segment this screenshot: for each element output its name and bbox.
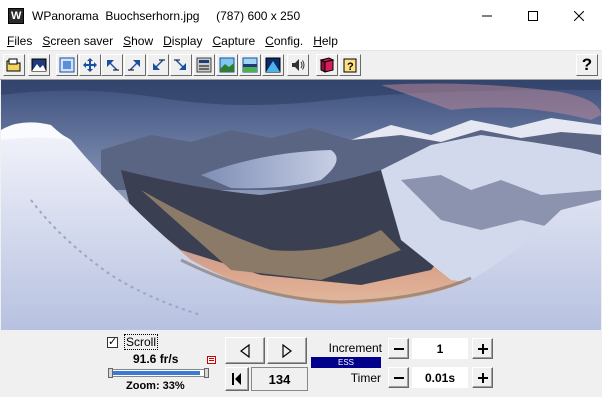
increment-value[interactable]: 1 [412,338,468,359]
horizon-button[interactable] [239,54,261,76]
scroll-checkbox[interactable] [107,335,118,349]
help-book-icon: ? [343,58,357,73]
menu-show[interactable]: Show [118,31,158,51]
menu-display[interactable]: Display [158,31,207,51]
skip-start-icon [232,373,241,385]
timer-minus-button[interactable] [388,367,409,388]
arrow-diagonal-icon [153,59,165,70]
book-button[interactable] [316,54,338,76]
landscape-button[interactable] [216,54,238,76]
menu-files[interactable]: Files [0,31,37,51]
increment-minus-button[interactable] [388,338,409,359]
close-button[interactable] [556,0,602,31]
load-image-button[interactable] [28,54,50,76]
frame-counter: 134 [251,367,308,391]
menu-config[interactable]: Config. [260,31,308,51]
settings-panel-button[interactable] [193,54,215,76]
open-folder-icon [6,58,21,72]
landscape-icon [219,57,235,73]
arrows-expand-icon [83,58,97,72]
ess-indicator: ESS [311,357,381,368]
plus-icon [477,372,488,383]
arrow-diagonal-icon [107,60,119,71]
maximize-button[interactable] [510,0,556,31]
zoom-readout: Zoom: 33% [126,380,185,392]
triangle-right-icon [282,343,292,358]
record-icon[interactable] [207,355,216,365]
plus-icon [477,343,488,354]
speed-slider-left-thumb[interactable] [108,368,113,378]
book-icon [319,57,335,73]
minimize-icon [482,15,492,16]
depth-button[interactable] [262,54,284,76]
menu-capture[interactable]: Capture [207,31,260,51]
minus-icon [393,347,404,350]
timer-value[interactable]: 0.01s [412,367,468,388]
svg-text:?: ? [347,61,354,73]
minus-icon [393,376,404,379]
title-bar: WPanorama Buochserhorn.jpg (787) 600 x 2… [0,0,602,31]
move-up-left-button[interactable] [101,54,123,76]
sound-button[interactable] [287,54,309,76]
triangle-left-icon [240,343,250,358]
arrow-diagonal-icon [174,59,186,70]
scroll-label[interactable]: Scroll [124,334,159,350]
panel-icon [196,57,212,73]
toolbar: ? ? [0,52,602,80]
window-title: WPanorama Buochserhorn.jpg (787) 600 x 2… [32,8,301,23]
speaker-icon [292,59,305,71]
close-icon [574,10,584,21]
speed-slider-right-thumb[interactable] [204,368,209,378]
maximize-icon [528,10,538,21]
fit-button[interactable] [79,54,101,76]
context-help-button[interactable]: ? [576,54,598,76]
picture-icon [31,58,47,72]
minimize-button[interactable] [464,0,510,31]
scroll-left-button[interactable] [225,337,265,364]
fullscreen-icon [59,57,75,73]
fps-readout: 91.6 fr/s [133,352,179,366]
timer-plus-button[interactable] [472,367,493,388]
question-mark-icon: ? [581,55,593,74]
move-up-right-button[interactable] [124,54,146,76]
increment-label: Increment [328,341,382,355]
menu-help[interactable]: Help [308,31,343,51]
increment-plus-button[interactable] [472,338,493,359]
speed-slider[interactable] [108,368,209,378]
full-screen-button[interactable] [56,54,78,76]
about-button[interactable]: ? [339,54,361,76]
timer-label: Timer [350,371,381,385]
open-file-button[interactable] [3,54,25,76]
scroll-right-button[interactable] [267,337,307,364]
speed-slider-fill [112,371,200,375]
move-down-left-button[interactable] [147,54,169,76]
panorama-image[interactable] [1,80,601,330]
first-frame-button[interactable] [225,367,249,391]
menu-screen-saver[interactable]: Screen saver [37,31,118,51]
arrow-diagonal-icon [128,60,140,71]
menu-bar: Files Screen saver Show Display Capture … [0,31,602,51]
move-down-right-button[interactable] [170,54,192,76]
horizon-icon [242,57,258,73]
depth-icon [265,57,281,73]
app-icon[interactable] [8,7,24,24]
